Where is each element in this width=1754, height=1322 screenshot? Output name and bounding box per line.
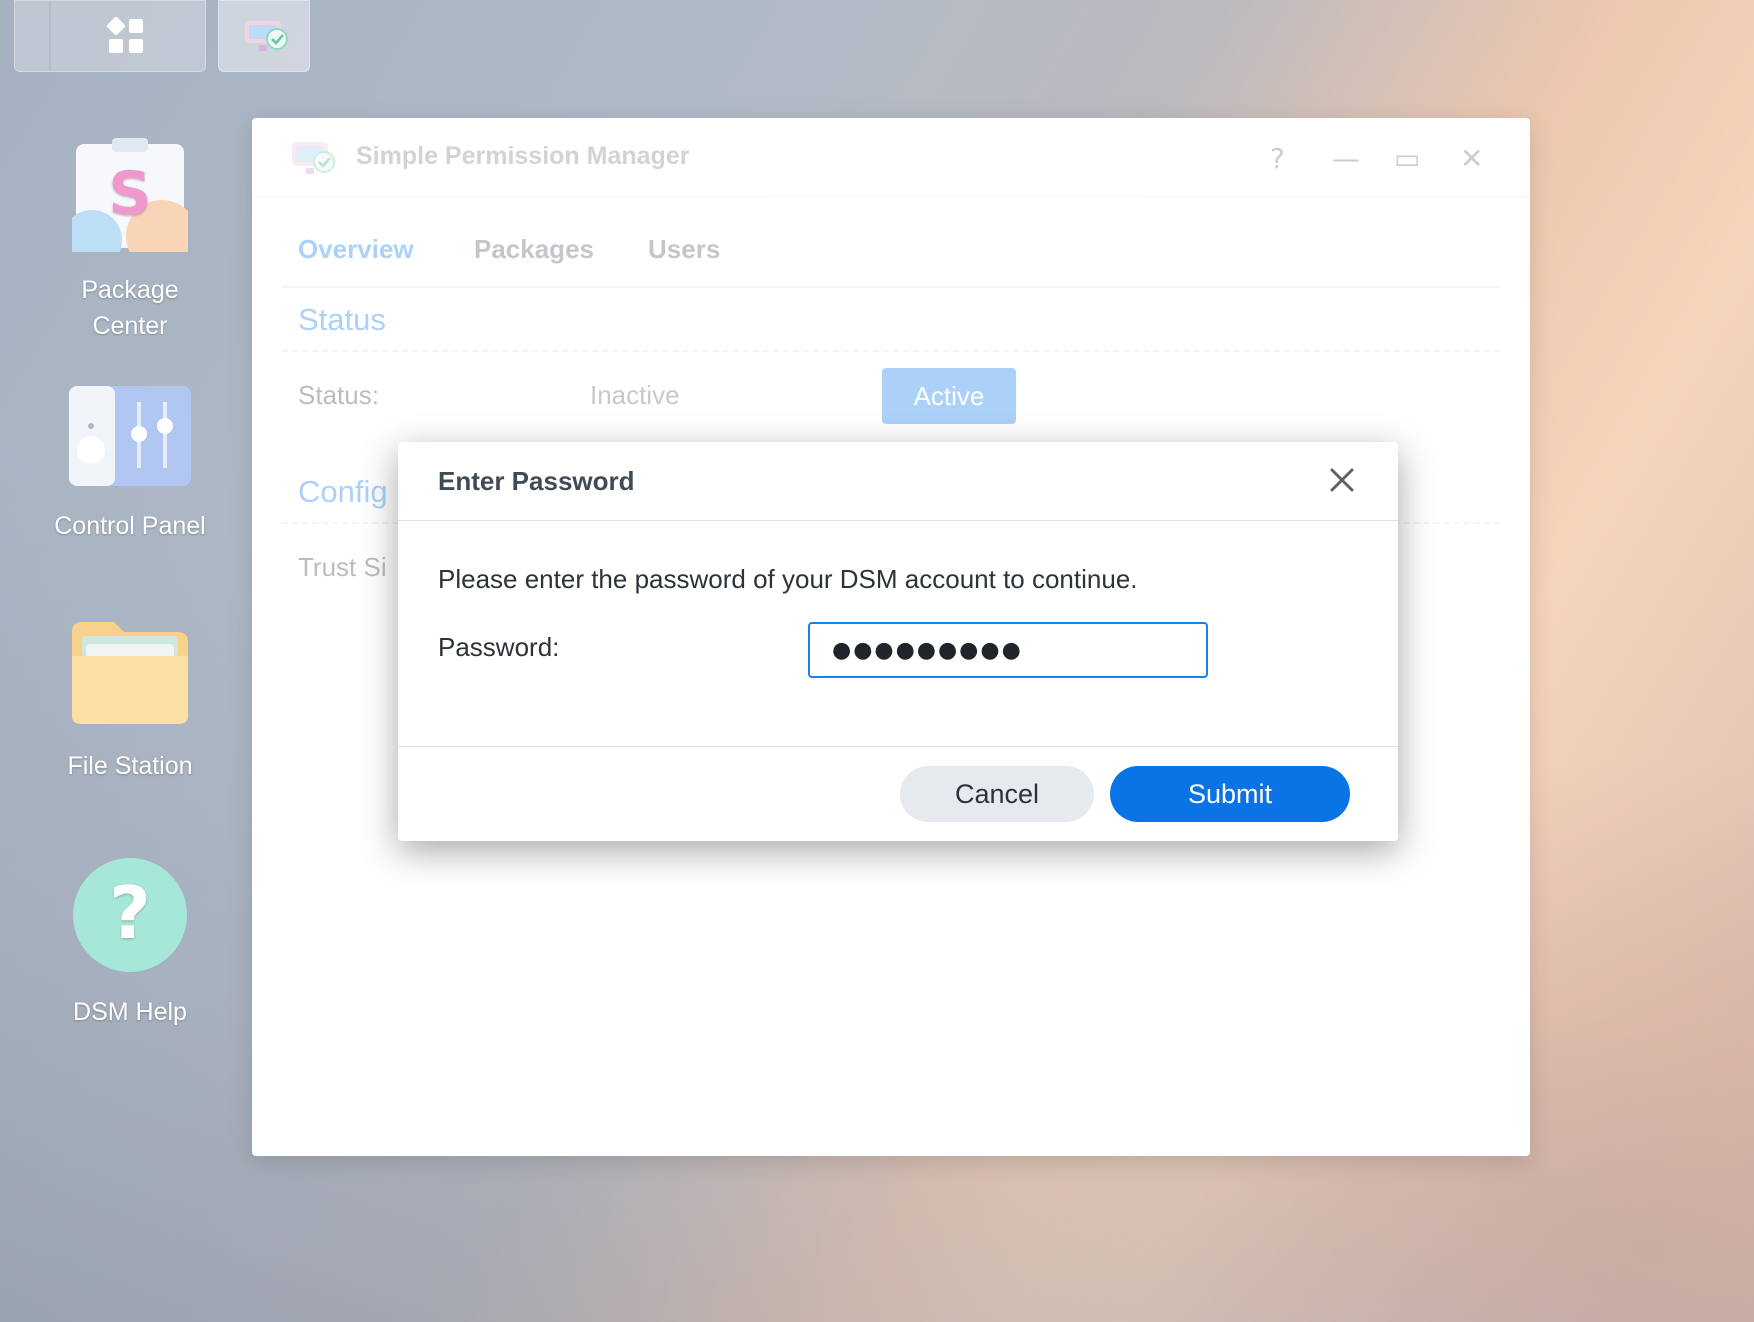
- submit-button[interactable]: Submit: [1110, 766, 1350, 822]
- password-field[interactable]: [808, 622, 1208, 678]
- close-icon[interactable]: [1326, 464, 1358, 496]
- dialog-header-divider: [398, 520, 1398, 521]
- cancel-button[interactable]: Cancel: [900, 766, 1094, 822]
- dialog-footer-divider: [398, 746, 1398, 747]
- dialog-title: Enter Password: [438, 466, 635, 496]
- dialog-message: Please enter the password of your DSM ac…: [438, 564, 1138, 594]
- password-dialog: Enter Password Please enter the password…: [398, 442, 1398, 841]
- password-label: Password:: [438, 632, 560, 662]
